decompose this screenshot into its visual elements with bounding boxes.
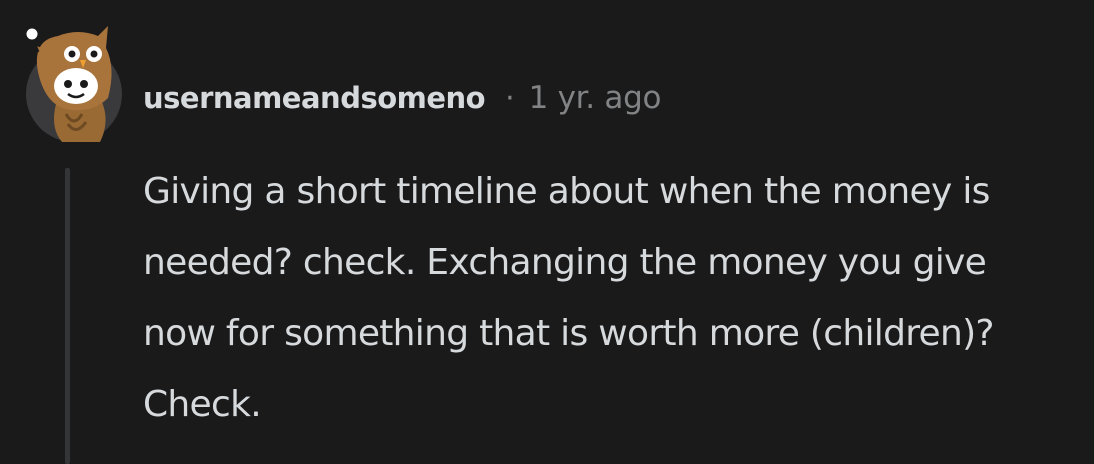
comment-timestamp[interactable]: 1 yr. ago <box>529 80 662 116</box>
comment-header: usernameandsomeno · 1 yr. ago <box>143 74 661 122</box>
snoo-owl-costume-avatar-icon <box>23 25 122 142</box>
comment-body: Giving a short timeline about when the m… <box>143 171 995 425</box>
user-avatar[interactable] <box>22 18 126 142</box>
thread-collapse-line[interactable] <box>65 168 70 464</box>
username-link[interactable]: usernameandsomeno <box>143 81 486 115</box>
comment: usernameandsomeno · 1 yr. ago Giving a s… <box>0 0 1094 464</box>
meta-separator: · <box>505 80 515 116</box>
